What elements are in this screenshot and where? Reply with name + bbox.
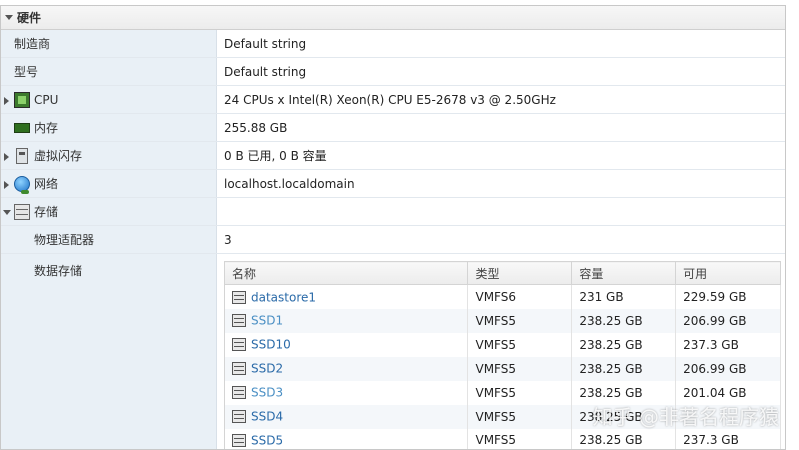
table-row[interactable]: SSD1 VMFS5 238.25 GB 206.99 GB bbox=[224, 308, 781, 333]
collapse-storage-icon[interactable] bbox=[3, 210, 11, 215]
datastore-link[interactable]: SSD2 bbox=[251, 362, 283, 376]
cpu-label: CPU bbox=[34, 92, 59, 107]
datastore-icon bbox=[232, 362, 246, 376]
flash-icon bbox=[16, 148, 28, 164]
datastore-link[interactable]: SSD10 bbox=[251, 338, 291, 352]
memory-row: 内存 255.88 GB bbox=[1, 114, 785, 142]
table-header-row: 名称 类型 容量 可用 bbox=[224, 261, 781, 285]
capacity-cell: 238.25 GB bbox=[571, 428, 677, 449]
type-cell: VMFS5 bbox=[467, 308, 573, 333]
datastores-label: 数据存储 bbox=[34, 264, 83, 278]
capacity-cell: 238.25 GB bbox=[571, 332, 677, 357]
adapters-value: 3 bbox=[224, 232, 232, 247]
datastore-icon bbox=[232, 338, 246, 352]
datastore-icon bbox=[232, 314, 246, 328]
free-cell: 201.04 GB bbox=[675, 380, 781, 405]
type-cell: VMFS6 bbox=[467, 284, 573, 309]
network-label: 网络 bbox=[34, 177, 59, 191]
column-header-free[interactable]: 可用 bbox=[675, 261, 781, 285]
datastore-icon bbox=[232, 410, 246, 424]
datastore-link[interactable]: datastore1 bbox=[251, 290, 316, 304]
column-header-type[interactable]: 类型 bbox=[467, 261, 573, 285]
adapters-label: 物理适配器 bbox=[34, 233, 95, 247]
flash-row[interactable]: 虚拟闪存 0 B 已用, 0 B 容量 bbox=[1, 142, 785, 170]
datastores-row: 数据存储 名称 类型 容量 可用 datastore1 VMFS6 231 GB bbox=[1, 254, 785, 449]
table-row[interactable]: SSD5 VMFS5 238.25 GB 237.3 GB bbox=[224, 428, 781, 449]
section-title: 硬件 bbox=[17, 11, 42, 25]
hardware-section-header[interactable]: 硬件 bbox=[1, 6, 785, 30]
capacity-cell: 238.25 GB bbox=[571, 404, 677, 429]
capacity-cell: 238.25 GB bbox=[571, 380, 677, 405]
capacity-cell: 238.25 GB bbox=[571, 356, 677, 381]
expand-flash-icon[interactable] bbox=[4, 153, 9, 161]
datastore-link[interactable]: SSD5 bbox=[251, 434, 283, 448]
storage-icon bbox=[14, 204, 30, 220]
capacity-cell: 231 GB bbox=[571, 284, 677, 309]
datastore-link[interactable]: SSD4 bbox=[251, 410, 283, 424]
adapters-row: 物理适配器 3 bbox=[1, 226, 785, 254]
type-cell: VMFS5 bbox=[467, 380, 573, 405]
network-icon bbox=[14, 176, 30, 194]
expand-network-icon[interactable] bbox=[4, 181, 9, 189]
model-row: 型号 Default string bbox=[1, 58, 785, 86]
datastore-icon bbox=[232, 290, 246, 304]
table-row[interactable]: SSD4 VMFS5 238.25 GB bbox=[224, 404, 781, 429]
memory-label: 内存 bbox=[34, 121, 59, 135]
free-cell: 237.3 GB bbox=[675, 428, 781, 449]
flash-value: 0 B 已用, 0 B 容量 bbox=[224, 149, 327, 163]
network-row[interactable]: 网络 localhost.localdomain bbox=[1, 170, 785, 198]
flash-label: 虚拟闪存 bbox=[34, 149, 83, 163]
type-cell: VMFS5 bbox=[467, 356, 573, 381]
type-cell: VMFS5 bbox=[467, 332, 573, 357]
manufacturer-row: 制造商 Default string bbox=[1, 30, 785, 58]
cpu-icon bbox=[14, 92, 30, 108]
datastore-link[interactable]: SSD3 bbox=[251, 386, 283, 400]
model-label: 型号 bbox=[14, 65, 39, 79]
free-cell bbox=[675, 404, 781, 429]
network-value: localhost.localdomain bbox=[224, 176, 355, 191]
manufacturer-label: 制造商 bbox=[14, 37, 51, 51]
datastore-link[interactable]: SSD1 bbox=[251, 314, 283, 328]
table-row[interactable]: SSD3 VMFS5 238.25 GB 201.04 GB bbox=[224, 380, 781, 405]
datastore-table: 名称 类型 容量 可用 datastore1 VMFS6 231 GB 229.… bbox=[224, 261, 781, 449]
model-value: Default string bbox=[224, 64, 307, 79]
memory-icon bbox=[14, 123, 30, 133]
capacity-cell: 238.25 GB bbox=[571, 308, 677, 333]
table-row[interactable]: SSD2 VMFS5 238.25 GB 206.99 GB bbox=[224, 356, 781, 381]
collapse-caret-icon[interactable] bbox=[5, 15, 13, 20]
storage-row[interactable]: 存储 bbox=[1, 198, 785, 226]
table-row[interactable]: SSD10 VMFS5 238.25 GB 237.3 GB bbox=[224, 332, 781, 357]
column-header-name[interactable]: 名称 bbox=[224, 261, 469, 285]
cpu-value: 24 CPUs x Intel(R) Xeon(R) CPU E5-2678 v… bbox=[224, 92, 556, 107]
expand-cpu-icon[interactable] bbox=[4, 97, 9, 105]
cpu-row[interactable]: CPU 24 CPUs x Intel(R) Xeon(R) CPU E5-26… bbox=[1, 86, 785, 114]
free-cell: 237.3 GB bbox=[675, 332, 781, 357]
free-cell: 206.99 GB bbox=[675, 308, 781, 333]
type-cell: VMFS5 bbox=[467, 404, 573, 429]
memory-value: 255.88 GB bbox=[224, 120, 288, 135]
free-cell: 229.59 GB bbox=[675, 284, 781, 309]
type-cell: VMFS5 bbox=[467, 428, 573, 449]
free-cell: 206.99 GB bbox=[675, 356, 781, 381]
datastore-icon bbox=[232, 434, 246, 447]
column-header-capacity[interactable]: 容量 bbox=[571, 261, 677, 285]
table-row[interactable]: datastore1 VMFS6 231 GB 229.59 GB bbox=[224, 284, 781, 309]
hardware-panel: 硬件 制造商 Default string 型号 Default string … bbox=[0, 5, 786, 450]
storage-label: 存储 bbox=[34, 205, 59, 219]
manufacturer-value: Default string bbox=[224, 36, 307, 51]
datastore-icon bbox=[232, 386, 246, 400]
